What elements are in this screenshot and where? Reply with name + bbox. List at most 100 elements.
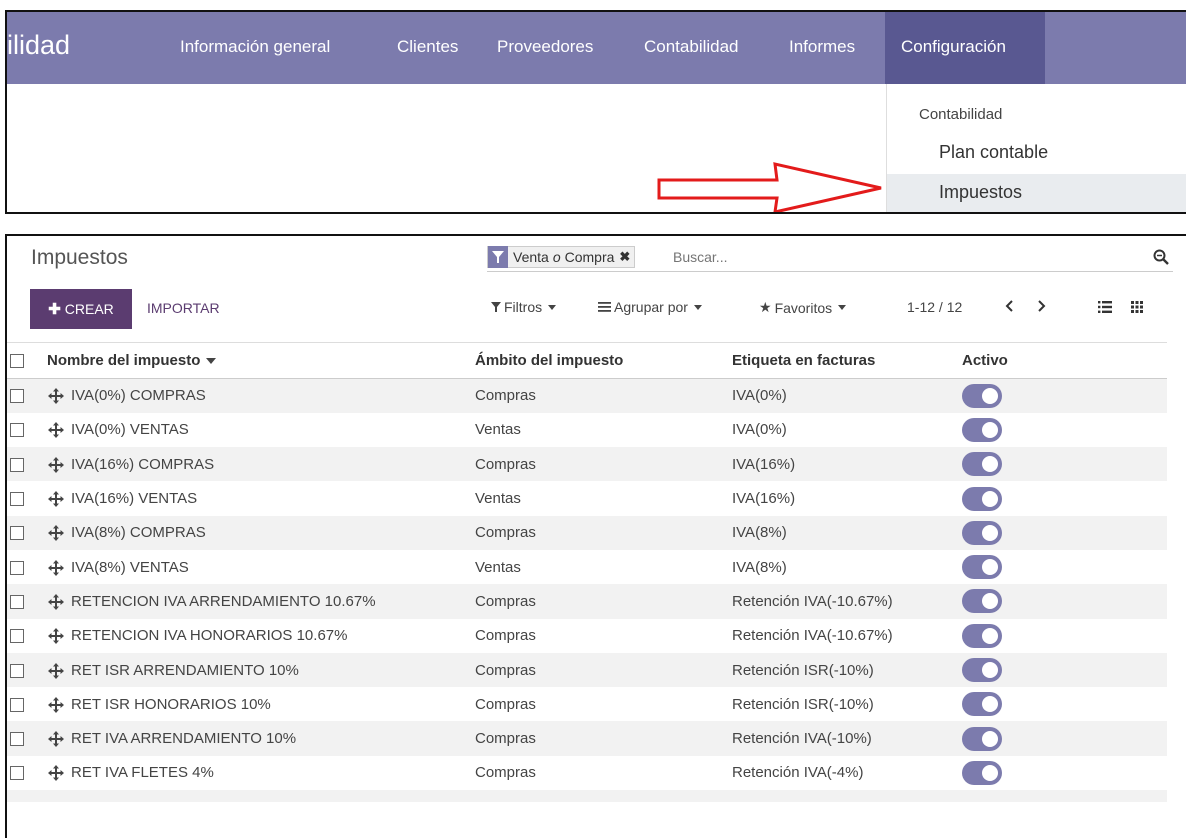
search-input[interactable] (673, 246, 1133, 268)
drag-handle-icon[interactable] (47, 593, 65, 610)
pager-previous-icon[interactable] (1000, 295, 1018, 317)
active-toggle[interactable] (962, 520, 1002, 545)
filters-dropdown[interactable]: Filtros (491, 299, 557, 315)
kanban-view-icon[interactable] (1125, 295, 1149, 319)
create-button[interactable]: ✚ CREAR (30, 289, 132, 329)
tax-scope: Compras (475, 695, 536, 713)
search-icon[interactable] (1151, 246, 1171, 268)
drag-handle-icon[interactable] (47, 662, 65, 679)
active-toggle[interactable] (962, 623, 1002, 648)
pager-next-icon[interactable] (1033, 295, 1051, 317)
menu-item-plan-contable[interactable]: Plan contable (887, 134, 1186, 172)
favorites-dropdown[interactable]: ★ Favoritos (759, 299, 847, 316)
menu-item-impuestos[interactable]: Impuestos (887, 174, 1186, 212)
drag-handle-icon[interactable] (47, 525, 65, 542)
table-row[interactable]: IVA(16%) VENTAS Ventas IVA(16%) (7, 481, 1167, 515)
tax-scope: Compras (475, 652, 732, 688)
filter-icon (488, 246, 508, 268)
drag-handle-icon[interactable] (47, 628, 65, 645)
active-toggle[interactable] (962, 383, 1002, 408)
import-button[interactable]: IMPORTAR (147, 300, 220, 316)
search-facet[interactable]: Venta o Compra ✖ (487, 246, 636, 268)
column-header-active[interactable]: Activo (962, 342, 1167, 379)
page-title: Impuestos (31, 246, 128, 269)
table-row[interactable]: RET IVA ARRENDAMIENTO 10% Compras Retenció… (7, 721, 1167, 756)
tax-invoice-label: Retención ISR(-10%) (732, 695, 874, 713)
row-checkbox[interactable] (10, 389, 24, 404)
nav-contabilidad[interactable]: Contabilidad (644, 37, 739, 57)
drag-handle-icon[interactable] (47, 422, 65, 439)
group-by-dropdown[interactable]: Agrupar por (598, 299, 702, 315)
active-toggle[interactable] (962, 452, 1002, 477)
tax-invoice-label: Retención IVA(-10%) (732, 721, 962, 756)
row-checkbox[interactable] (10, 629, 24, 644)
active-toggle[interactable] (962, 589, 1002, 614)
row-checkbox[interactable] (10, 697, 24, 712)
row-checkbox[interactable] (10, 766, 24, 781)
row-checkbox[interactable] (10, 732, 24, 747)
list-view-icon[interactable] (1093, 295, 1117, 319)
table-row[interactable]: IVA(8%) COMPRAS Compras IVA(8%) (7, 515, 1167, 550)
drag-handle-icon[interactable] (47, 491, 65, 508)
active-toggle[interactable] (962, 692, 1002, 717)
active-toggle[interactable] (962, 658, 1002, 683)
sort-caret-icon (206, 358, 217, 365)
row-checkbox[interactable] (10, 526, 24, 541)
nav-configuracion[interactable]: Configuración (885, 12, 1045, 84)
group-by-label: Agrupar por (614, 299, 688, 315)
bars-icon (598, 302, 611, 312)
row-checkbox[interactable] (10, 457, 24, 472)
drag-handle-icon[interactable] (47, 765, 65, 782)
pager-value[interactable]: 1-12 / 12 (907, 299, 962, 315)
drag-handle-icon[interactable] (47, 559, 65, 576)
tax-scope: Compras (475, 764, 536, 782)
drag-handle-icon[interactable] (47, 388, 65, 405)
tax-name: RETENCION IVA ARRENDAMIENTO 10.67% (71, 592, 376, 610)
active-toggle[interactable] (962, 726, 1002, 751)
nav-informacion-general[interactable]: Información general (180, 37, 330, 57)
active-toggle[interactable] (962, 555, 1002, 580)
tax-scope: Ventas (475, 490, 521, 508)
column-header-name[interactable]: Nombre del impuesto (47, 342, 475, 379)
table-row[interactable]: RET ISR ARRENDAMIENTO 10% Compras Retenció… (7, 652, 1167, 688)
search-bar: Venta o Compra ✖ (487, 244, 1173, 272)
row-checkbox[interactable] (10, 423, 24, 438)
tax-scope: Ventas (475, 558, 521, 576)
row-checkbox[interactable] (10, 663, 24, 678)
facet-value-compra: Compra (564, 249, 615, 265)
column-header-label[interactable]: Etiqueta en facturas (732, 342, 962, 379)
table-row[interactable]: RET IVA FLETES 4% Compras Retención IVA(-4… (7, 756, 1167, 790)
row-checkbox[interactable] (10, 492, 24, 507)
drag-handle-icon[interactable] (47, 731, 65, 748)
active-toggle[interactable] (962, 760, 1002, 785)
tax-name: IVA(8%) COMPRAS (71, 524, 206, 542)
nav-clientes[interactable]: Clientes (397, 37, 458, 57)
column-header-scope[interactable]: Ámbito del impuesto (475, 342, 732, 379)
nav-informes[interactable]: Informes (789, 37, 855, 57)
drag-handle-icon[interactable] (47, 696, 65, 713)
active-toggle[interactable] (962, 417, 1002, 442)
tax-invoice-label: IVA(8%) (732, 558, 787, 576)
active-toggle[interactable] (962, 486, 1002, 511)
row-checkbox[interactable] (10, 594, 24, 609)
table-body: IVA(0%) COMPRAS Compras IVA(0%) IVA(0%) VEN… (7, 378, 1167, 803)
table-row[interactable]: IVA(0%) VENTAS Ventas IVA(0%) (7, 413, 1167, 447)
select-all-checkbox[interactable] (10, 354, 24, 369)
tax-invoice-label: IVA(0%) (732, 421, 787, 439)
facet-value-venta: Venta (513, 249, 549, 265)
table-row[interactable]: IVA(8%) VENTAS Ventas IVA(8%) (7, 550, 1167, 584)
table-row[interactable]: IVA(16%) COMPRAS Compras IVA(16%) (7, 447, 1167, 482)
row-checkbox[interactable] (10, 560, 24, 575)
table-row[interactable]: RETENCION IVA ARRENDAMIENTO 10.67% Compra… (7, 584, 1167, 619)
tax-name: IVA(16%) VENTAS (71, 490, 198, 508)
table-row[interactable]: RETENCION IVA HONORARIOS 10.67% Compras Re… (7, 619, 1167, 653)
table-row[interactable]: IVA(0%) COMPRAS Compras IVA(0%) (7, 378, 1167, 413)
drag-handle-icon[interactable] (47, 456, 65, 473)
table-row[interactable]: RET ISR HONORARIOS 10% Compras Retención I… (7, 687, 1167, 721)
tax-invoice-label: Retención IVA(-10.67%) (732, 584, 962, 619)
create-button-label: CREAR (64, 301, 114, 317)
filters-label: Filtros (504, 299, 543, 315)
nav-proveedores[interactable]: Proveedores (497, 37, 593, 57)
plus-icon: ✚ (48, 301, 61, 318)
remove-facet-icon[interactable]: ✖ (619, 249, 630, 265)
